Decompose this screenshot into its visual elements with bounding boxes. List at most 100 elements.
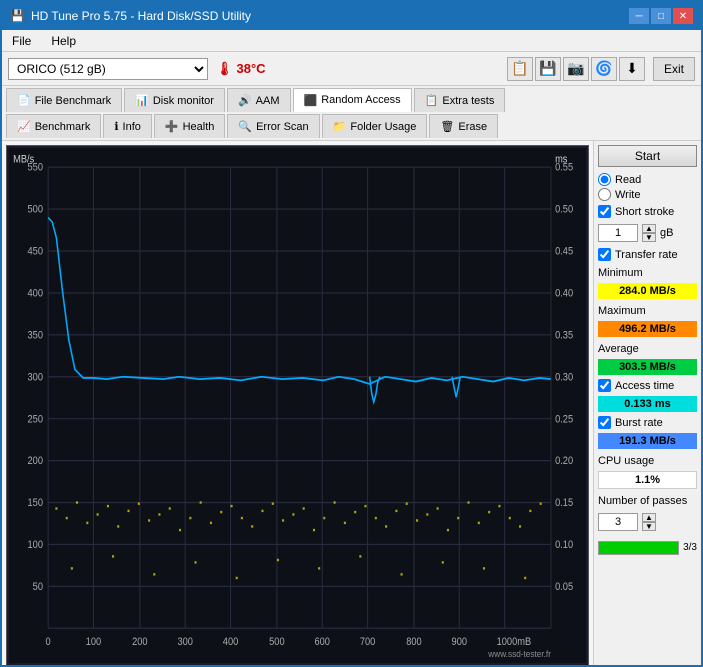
svg-text:350: 350 bbox=[28, 330, 44, 342]
maximum-value: 496.2 MB/s bbox=[598, 321, 697, 337]
average-label: Average bbox=[598, 341, 697, 355]
short-stroke-spinners: ▲ ▼ bbox=[642, 224, 656, 242]
cpu-usage-value: 1.1% bbox=[598, 471, 697, 489]
minimize-button[interactable]: ─ bbox=[629, 8, 649, 24]
tab-health[interactable]: ➕ Health bbox=[154, 114, 226, 138]
tab-row-2: 📈 Benchmark ℹ Info ➕ Health 🔍 Error Scan… bbox=[6, 114, 697, 138]
tab-info[interactable]: ℹ Info bbox=[103, 114, 152, 138]
tab-row-1: 📄 File Benchmark 📊 Disk monitor 🔊 AAM ⬛ … bbox=[6, 88, 697, 112]
menu-file[interactable]: File bbox=[8, 33, 35, 49]
write-radio[interactable] bbox=[598, 188, 611, 201]
app-title: HD Tune Pro 5.75 - Hard Disk/SSD Utility bbox=[31, 9, 251, 23]
svg-text:0.05: 0.05 bbox=[555, 581, 573, 593]
toolbar-btn-3[interactable]: 📷 bbox=[563, 57, 589, 81]
svg-text:450: 450 bbox=[28, 246, 44, 258]
maximize-button[interactable]: □ bbox=[651, 8, 671, 24]
access-time-value: 0.133 ms bbox=[598, 396, 697, 412]
short-stroke-up[interactable]: ▲ bbox=[642, 224, 656, 233]
tab-folder-usage[interactable]: 📁 Folder Usage bbox=[322, 114, 428, 138]
info-icon: ℹ bbox=[114, 120, 118, 133]
svg-text:100: 100 bbox=[86, 636, 102, 648]
tab-aam[interactable]: 🔊 AAM bbox=[227, 88, 291, 112]
svg-text:0.35: 0.35 bbox=[555, 330, 573, 342]
extra-tests-icon: 📋 bbox=[425, 94, 439, 107]
chart-area: MB/s ms bbox=[6, 145, 589, 666]
svg-text:800: 800 bbox=[406, 636, 422, 648]
read-option[interactable]: Read bbox=[598, 173, 697, 186]
short-stroke-down[interactable]: ▼ bbox=[642, 233, 656, 242]
toolbar-btn-2[interactable]: 💾 bbox=[535, 57, 561, 81]
svg-text:550: 550 bbox=[28, 162, 44, 174]
svg-text:200: 200 bbox=[132, 636, 148, 648]
menu-help[interactable]: Help bbox=[47, 33, 80, 49]
title-bar-left: 💾 HD Tune Pro 5.75 - Hard Disk/SSD Utili… bbox=[10, 9, 251, 23]
short-stroke-input[interactable] bbox=[598, 205, 611, 218]
maximum-label: Maximum bbox=[598, 303, 697, 317]
svg-text:700: 700 bbox=[360, 636, 376, 648]
drive-bar: ORICO (512 gB) 🌡 38°C 📋 💾 📷 🌀 ⬇ Exit bbox=[2, 52, 701, 86]
benchmark-icon: 📈 bbox=[17, 120, 31, 133]
transfer-rate-input[interactable] bbox=[598, 248, 611, 261]
file-benchmark-icon: 📄 bbox=[17, 94, 31, 107]
passes-down[interactable]: ▼ bbox=[642, 522, 656, 531]
chart-svg: MB/s ms bbox=[9, 148, 586, 663]
access-time-checkbox[interactable]: Access time bbox=[598, 379, 697, 392]
svg-text:300: 300 bbox=[28, 372, 44, 384]
tab-erase[interactable]: 🗑 Erase bbox=[429, 114, 498, 138]
temperature-value: 38°C bbox=[237, 61, 266, 76]
erase-icon: 🗑 bbox=[440, 120, 454, 133]
minimum-value: 284.0 MB/s bbox=[598, 283, 697, 299]
toolbar-icons: 📋 💾 📷 🌀 ⬇ bbox=[507, 57, 645, 81]
title-bar: 💾 HD Tune Pro 5.75 - Hard Disk/SSD Utili… bbox=[2, 2, 701, 30]
close-button[interactable]: ✕ bbox=[673, 8, 693, 24]
svg-text:400: 400 bbox=[223, 636, 239, 648]
health-icon: ➕ bbox=[165, 120, 179, 133]
toolbar-btn-1[interactable]: 📋 bbox=[507, 57, 533, 81]
right-panel: Start Read Write Short stroke bbox=[593, 141, 701, 667]
svg-text:0.15: 0.15 bbox=[555, 498, 573, 510]
burst-rate-input[interactable] bbox=[598, 416, 611, 429]
svg-text:50: 50 bbox=[33, 581, 44, 593]
start-button[interactable]: Start bbox=[598, 145, 697, 167]
access-time-input[interactable] bbox=[598, 379, 611, 392]
exit-button[interactable]: Exit bbox=[653, 57, 695, 81]
tab-random-access[interactable]: ⬛ Random Access bbox=[293, 88, 412, 112]
burst-rate-checkbox[interactable]: Burst rate bbox=[598, 416, 697, 429]
drive-selector[interactable]: ORICO (512 gB) bbox=[8, 58, 208, 80]
tab-file-benchmark[interactable]: 📄 File Benchmark bbox=[6, 88, 122, 112]
progress-text: 3/3 bbox=[683, 542, 697, 553]
folder-usage-icon: 📁 bbox=[333, 120, 347, 133]
toolbar-btn-5[interactable]: ⬇ bbox=[619, 57, 645, 81]
short-stroke-unit: gB bbox=[660, 227, 673, 239]
svg-text:500: 500 bbox=[269, 636, 285, 648]
tab-error-scan[interactable]: 🔍 Error Scan bbox=[227, 114, 319, 138]
passes-label: Number of passes bbox=[598, 493, 697, 507]
read-write-group: Read Write bbox=[598, 173, 697, 201]
app-icon: 💾 bbox=[10, 9, 25, 23]
main-content: MB/s ms bbox=[2, 141, 701, 667]
tabs-container: 📄 File Benchmark 📊 Disk monitor 🔊 AAM ⬛ … bbox=[2, 86, 701, 141]
tab-extra-tests[interactable]: 📋 Extra tests bbox=[414, 88, 506, 112]
passes-up[interactable]: ▲ bbox=[642, 513, 656, 522]
tab-benchmark[interactable]: 📈 Benchmark bbox=[6, 114, 101, 138]
window-controls: ─ □ ✕ bbox=[629, 8, 693, 24]
tab-disk-monitor[interactable]: 📊 Disk monitor bbox=[124, 88, 225, 112]
read-radio[interactable] bbox=[598, 173, 611, 186]
passes-value[interactable] bbox=[598, 513, 638, 531]
svg-text:200: 200 bbox=[28, 456, 44, 468]
toolbar-btn-4[interactable]: 🌀 bbox=[591, 57, 617, 81]
burst-rate-value: 191.3 MB/s bbox=[598, 433, 697, 449]
svg-text:600: 600 bbox=[314, 636, 330, 648]
svg-text:300: 300 bbox=[177, 636, 193, 648]
svg-text:100: 100 bbox=[28, 539, 44, 551]
transfer-rate-checkbox[interactable]: Transfer rate bbox=[598, 248, 697, 261]
passes-spinner-row: ▲ ▼ bbox=[598, 513, 697, 531]
short-stroke-value[interactable] bbox=[598, 224, 638, 242]
svg-text:250: 250 bbox=[28, 414, 44, 426]
average-value: 303.5 MB/s bbox=[598, 359, 697, 375]
cpu-usage-label: CPU usage bbox=[598, 453, 697, 467]
short-stroke-checkbox[interactable]: Short stroke bbox=[598, 205, 697, 218]
svg-text:0: 0 bbox=[46, 636, 52, 648]
progress-bar-fill bbox=[599, 542, 678, 554]
write-option[interactable]: Write bbox=[598, 188, 697, 201]
